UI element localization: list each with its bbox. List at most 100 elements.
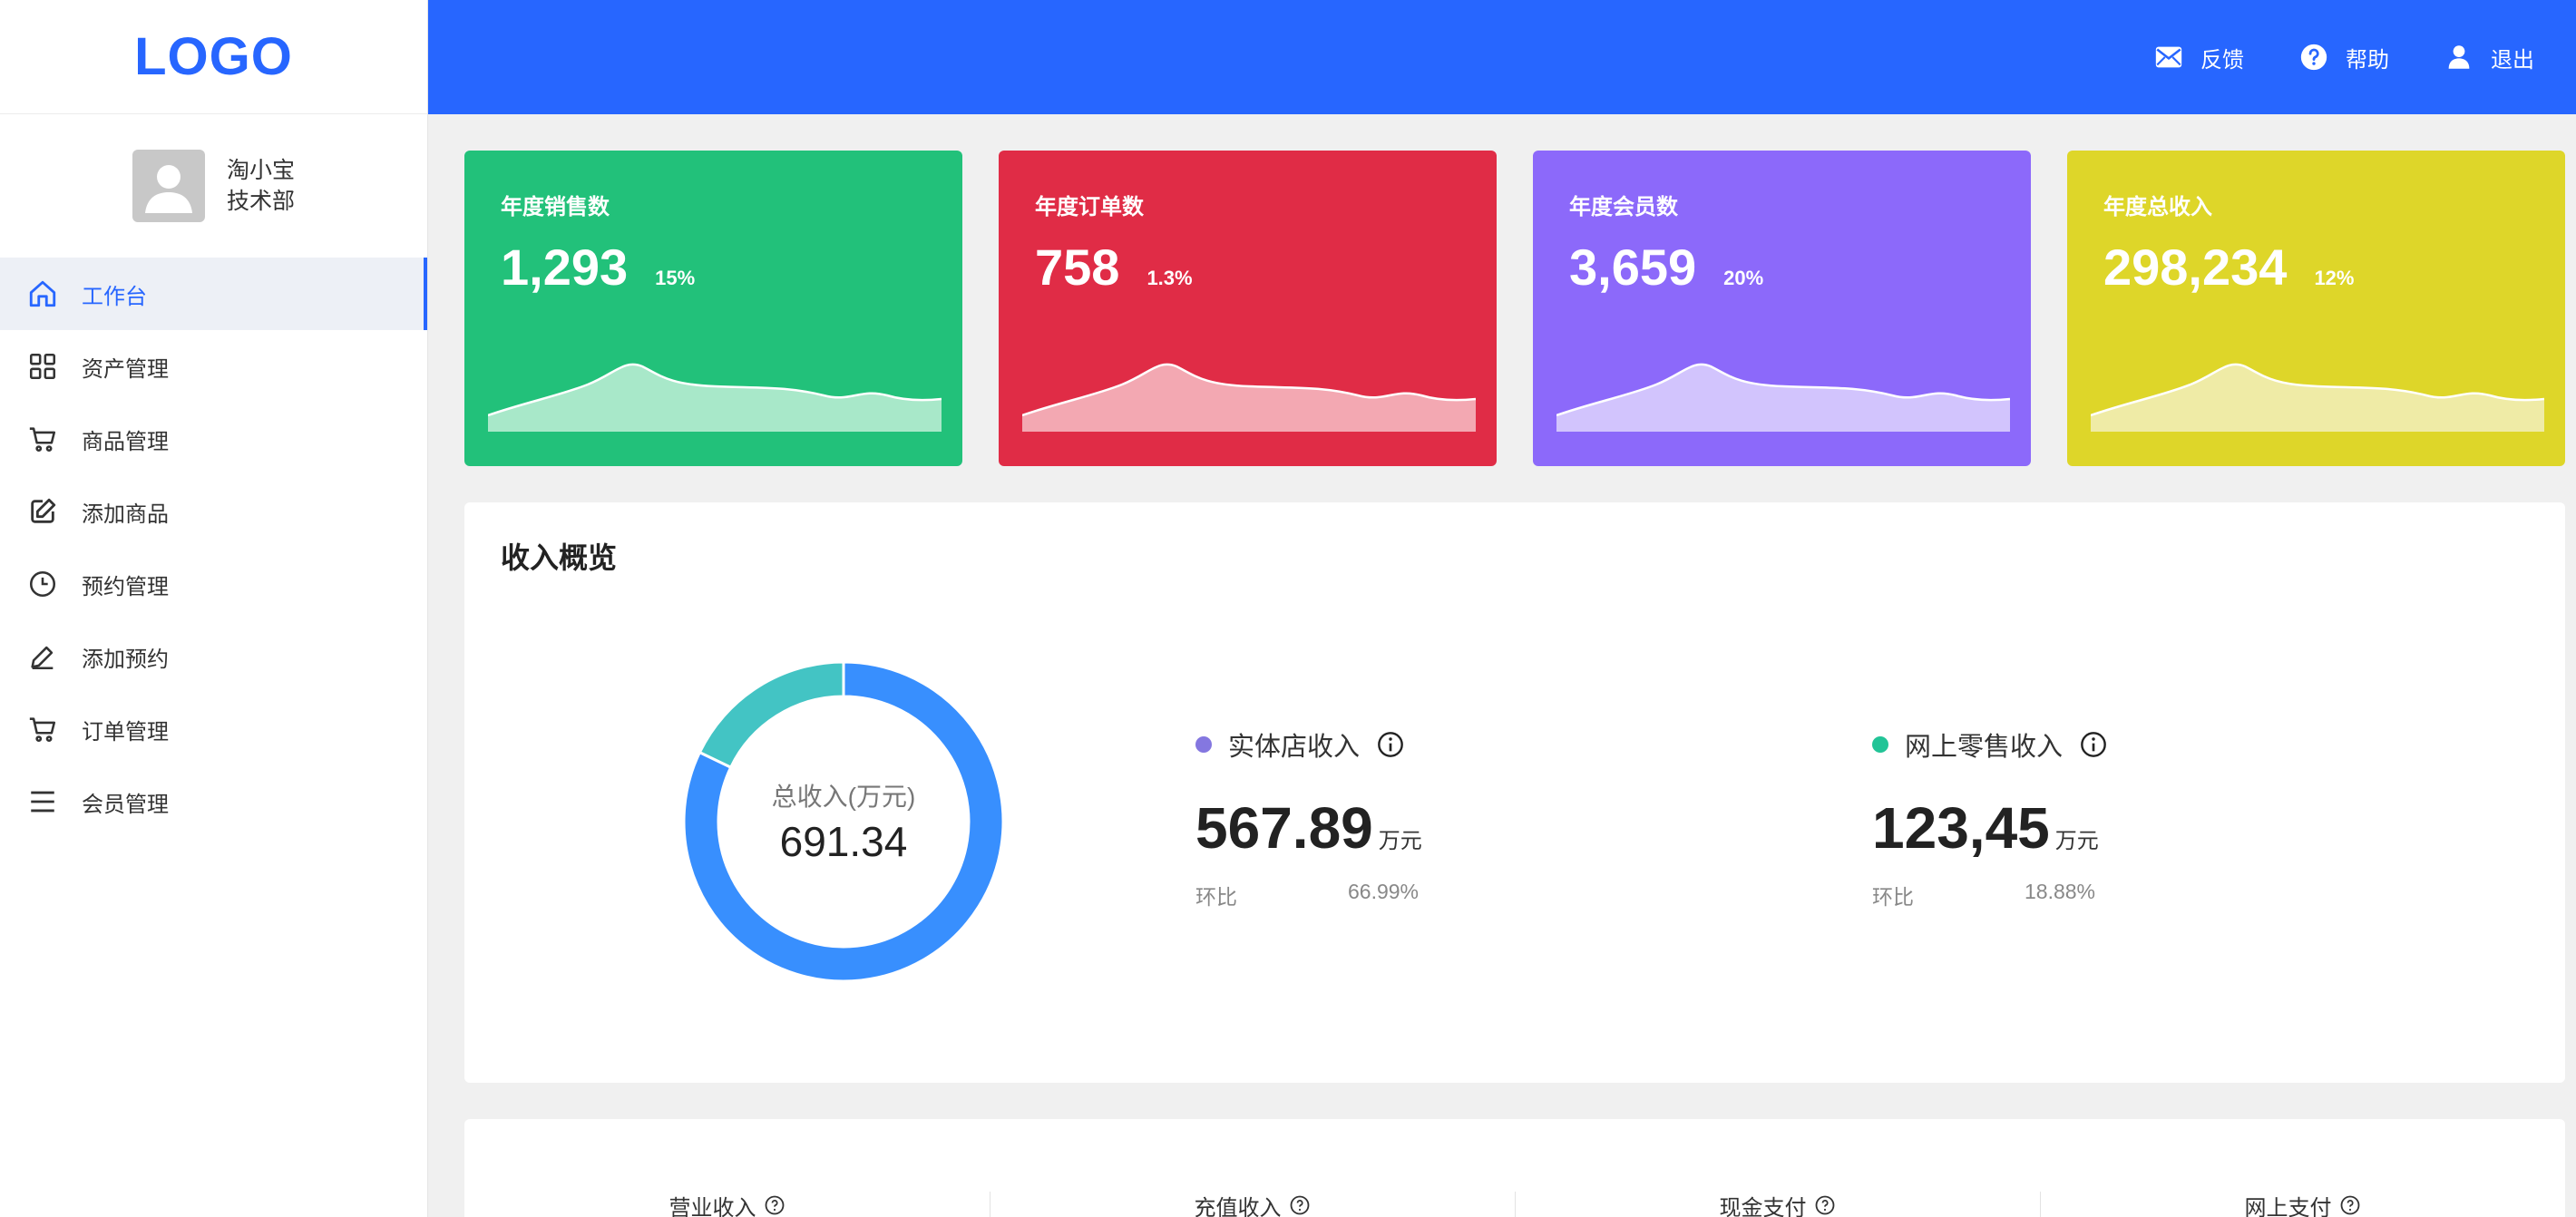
- logo[interactable]: LOGO: [134, 26, 293, 87]
- user-name: 淘小宝: [226, 158, 295, 183]
- card-value: 298,234: [2103, 239, 2288, 296]
- sidebar-item-label: 添加商品: [82, 501, 169, 527]
- stat-cards: 年度销售数 1,293 15% 年度订单数 758 1.3% 年度会员数 3,6…: [464, 151, 2565, 466]
- card-value: 758: [1035, 239, 1120, 296]
- sidebar-item-label: 添加预约: [82, 647, 169, 672]
- card-annual-sales[interactable]: 年度销售数 1,293 15%: [464, 151, 962, 466]
- user-profile: 淘小宝 技术部: [0, 114, 427, 258]
- compare-label: 环比: [1872, 885, 1914, 909]
- revenue-overview-panel: 收入概览 总收入(万元) 691.34 实体店收入 567.89 万元 环比 6…: [464, 502, 2565, 1083]
- sidebar-item-products[interactable]: 商品管理: [0, 403, 427, 475]
- sidebar-menu: 工作台 资产管理 商品管理 添加商品 预约管理 添加预约 订单管理 会员管理: [0, 258, 427, 838]
- card-value: 1,293: [501, 239, 629, 296]
- stat-unit: 万元: [2054, 829, 2099, 853]
- stat-value: 123,45: [1872, 795, 2050, 861]
- help-label: 帮助: [2346, 47, 2389, 73]
- info-icon[interactable]: [1376, 730, 1405, 759]
- sidebar-item-dashboard[interactable]: 工作台: [0, 258, 427, 330]
- metric-online-payment: 网上支付: [2040, 1119, 2565, 1217]
- user-department: 技术部: [226, 189, 295, 214]
- help-circle-icon: [2300, 44, 2327, 71]
- clock-icon: [27, 569, 58, 599]
- store-revenue-stat: 实体店收入 567.89 万元 环比 66.99%: [1195, 725, 1422, 910]
- feedback-button[interactable]: 反馈: [2153, 42, 2244, 73]
- info-icon[interactable]: [2079, 730, 2108, 759]
- metric-operating-revenue: 营业收入: [464, 1119, 990, 1217]
- metric-label: 现金支付: [1719, 1195, 1807, 1217]
- sparkline-area: [1022, 363, 1476, 432]
- sparkline-fill: [1022, 364, 1476, 432]
- card-value: 3,659: [1569, 239, 1697, 296]
- home-icon: [27, 278, 58, 309]
- sparkline-fill: [2091, 364, 2544, 432]
- donut-label: 总收入(万元): [771, 783, 916, 811]
- question-icon[interactable]: [764, 1194, 785, 1216]
- donut-center: 总收入(万元) 691.34: [680, 658, 1007, 985]
- sidebar-item-members[interactable]: 会员管理: [0, 765, 427, 838]
- card-annual-members[interactable]: 年度会员数 3,659 20%: [1533, 151, 2031, 466]
- metric-cash-payment: 现金支付: [1515, 1119, 2040, 1217]
- card-title: 年度总收入: [2103, 195, 2212, 219]
- sparkline-area: [488, 363, 942, 432]
- card-title: 年度订单数: [1035, 195, 1144, 219]
- stat-label: 网上零售收入: [1905, 733, 2064, 762]
- top-header: 反馈 帮助 退出: [428, 0, 2576, 114]
- payment-metrics-panel: 营业收入 充值收入 现金支付 网上支付: [464, 1119, 2565, 1217]
- revenue-donut-chart: 总收入(万元) 691.34: [680, 658, 1007, 985]
- question-icon[interactable]: [1289, 1194, 1311, 1216]
- question-icon[interactable]: [2339, 1194, 2361, 1216]
- menu-lines-icon: [27, 786, 58, 817]
- card-percent: 20%: [1723, 267, 1764, 289]
- legend-dot: [1872, 736, 1888, 753]
- compare-value: 18.88%: [2024, 880, 2095, 903]
- user-text: 淘小宝 技术部: [227, 157, 295, 215]
- metric-label: 网上支付: [2244, 1195, 2332, 1217]
- card-percent: 12%: [2314, 267, 2355, 289]
- help-button[interactable]: 帮助: [2298, 42, 2389, 73]
- logout-button[interactable]: 退出: [2444, 42, 2534, 73]
- cart-icon: [27, 424, 58, 454]
- card-annual-orders[interactable]: 年度订单数 758 1.3%: [999, 151, 1497, 466]
- sparkline-area: [2091, 363, 2544, 432]
- sidebar: LOGO 淘小宝 技术部 工作台 资产管理 商品管理 添加商品 预约管理 添加预…: [0, 0, 428, 1217]
- donut-total: 691.34: [779, 818, 908, 865]
- sidebar-item-label: 会员管理: [82, 792, 169, 817]
- sidebar-item-orders[interactable]: 订单管理: [0, 693, 427, 765]
- sidebar-item-label: 资产管理: [82, 356, 169, 382]
- card-title: 年度会员数: [1569, 195, 1678, 219]
- sidebar-item-label: 商品管理: [82, 429, 169, 454]
- sidebar-item-label: 订单管理: [82, 719, 169, 745]
- cart-icon: [27, 714, 58, 745]
- grid-icon: [27, 351, 58, 382]
- online-revenue-stat: 网上零售收入 123,45 万元 环比 18.88%: [1872, 725, 2108, 910]
- legend-dot: [1195, 736, 1212, 753]
- card-percent: 1.3%: [1147, 267, 1193, 289]
- logo-area: LOGO: [0, 0, 427, 114]
- edit-square-icon: [27, 496, 58, 527]
- stat-value: 567.89: [1195, 795, 1373, 861]
- compare-label: 环比: [1195, 885, 1237, 909]
- avatar[interactable]: [132, 150, 205, 222]
- sidebar-item-label: 工作台: [82, 284, 147, 309]
- feedback-label: 反馈: [2200, 47, 2244, 73]
- metric-label: 营业收入: [668, 1195, 756, 1217]
- sparkline-fill: [488, 364, 942, 432]
- compare-value: 66.99%: [1347, 880, 1419, 903]
- avatar-person-icon: [144, 165, 192, 213]
- stat-label: 实体店收入: [1228, 733, 1361, 762]
- sidebar-item-add-appointment[interactable]: 添加预约: [0, 620, 427, 693]
- sidebar-item-label: 预约管理: [82, 574, 169, 599]
- sidebar-item-appointments[interactable]: 预约管理: [0, 548, 427, 620]
- card-annual-revenue[interactable]: 年度总收入 298,234 12%: [2067, 151, 2565, 466]
- card-title: 年度销售数: [501, 195, 610, 219]
- pencil-icon: [27, 641, 58, 672]
- panel-title: 收入概览: [501, 541, 618, 574]
- sidebar-item-add-product[interactable]: 添加商品: [0, 475, 427, 548]
- question-icon[interactable]: [1814, 1194, 1836, 1216]
- logout-label: 退出: [2491, 47, 2534, 73]
- user-icon: [2448, 45, 2470, 69]
- metric-recharge-revenue: 充值收入: [990, 1119, 1515, 1217]
- sidebar-item-assets[interactable]: 资产管理: [0, 330, 427, 403]
- stat-unit: 万元: [1378, 829, 1422, 853]
- sparkline-fill: [1556, 364, 2010, 432]
